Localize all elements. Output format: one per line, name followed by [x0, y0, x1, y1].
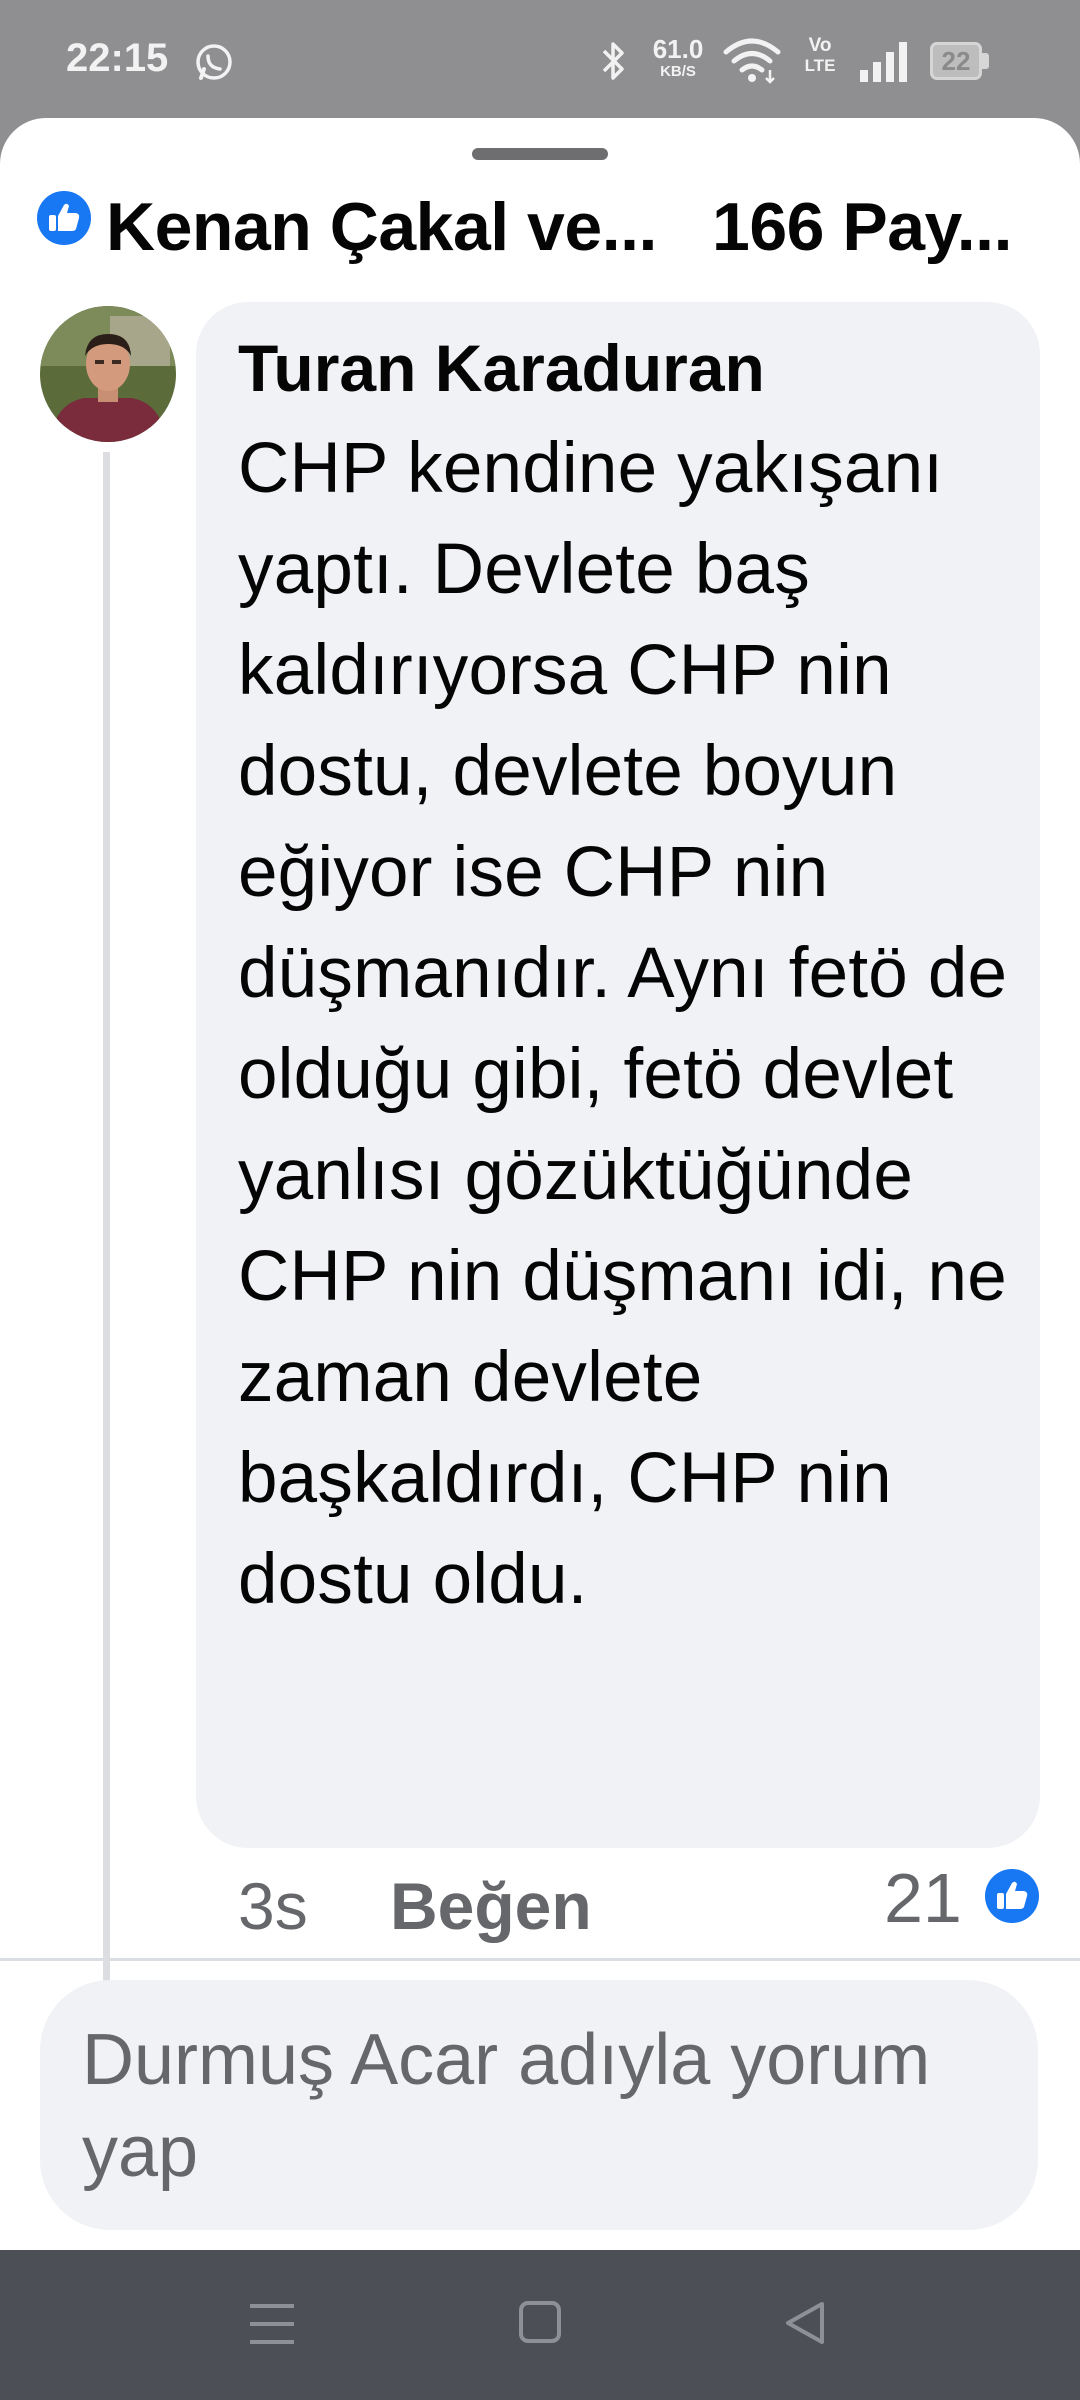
- network-speed: 61.0 KB/S: [648, 36, 708, 79]
- network-speed-unit: KB/S: [660, 63, 696, 80]
- home-icon[interactable]: [518, 2300, 562, 2344]
- whatsapp-icon: [196, 44, 232, 80]
- battery-tip: [982, 53, 989, 69]
- bluetooth-icon: [602, 42, 624, 80]
- like-button[interactable]: Beğen: [390, 1868, 592, 1944]
- comments-sheet: Kenan Çakal ve... 166 Pay... Turan Karad…: [0, 118, 1080, 2250]
- drag-handle[interactable]: [472, 148, 608, 160]
- status-bar: 22:15 61.0 KB/S Vo LTE 22: [0, 0, 1080, 120]
- post-title[interactable]: Kenan Çakal ve...: [106, 188, 657, 266]
- reaction-count[interactable]: 21: [884, 1858, 962, 1938]
- comment-time: 3s: [238, 1869, 308, 1943]
- like-icon: [37, 191, 91, 245]
- back-icon[interactable]: [782, 2300, 828, 2346]
- signal-icon: [860, 42, 907, 82]
- share-count[interactable]: 166 Pay...: [712, 188, 1012, 266]
- comment-placeholder: Durmuş Acar adıyla yorum yap: [82, 2020, 931, 2192]
- battery-level: 22: [930, 42, 982, 80]
- menu-icon[interactable]: [248, 2298, 296, 2350]
- volte-bottom: LTE: [804, 56, 836, 75]
- volte-icon: Vo LTE: [800, 36, 840, 74]
- comment-input[interactable]: Durmuş Acar adıyla yorum yap: [40, 1980, 1038, 2230]
- divider: [0, 1958, 1080, 1961]
- volte-top: Vo: [808, 35, 832, 56]
- comment-author[interactable]: Turan Karaduran: [238, 330, 765, 406]
- comment-text: CHP kendine yakışanı yaptı. Devlete baş …: [238, 429, 1008, 1619]
- avatar[interactable]: [40, 306, 176, 442]
- wifi-icon: [723, 38, 781, 84]
- network-speed-value: 61.0: [652, 34, 704, 64]
- battery-icon: 22: [930, 42, 1000, 80]
- thread-line: [103, 452, 110, 1992]
- like-reaction-icon[interactable]: [984, 1868, 1040, 1924]
- comment-bubble[interactable]: Turan Karaduran CHP kendine yakışanı yap…: [196, 302, 1040, 1848]
- status-time: 22:15: [66, 36, 169, 80]
- navigation-bar: [0, 2250, 1080, 2400]
